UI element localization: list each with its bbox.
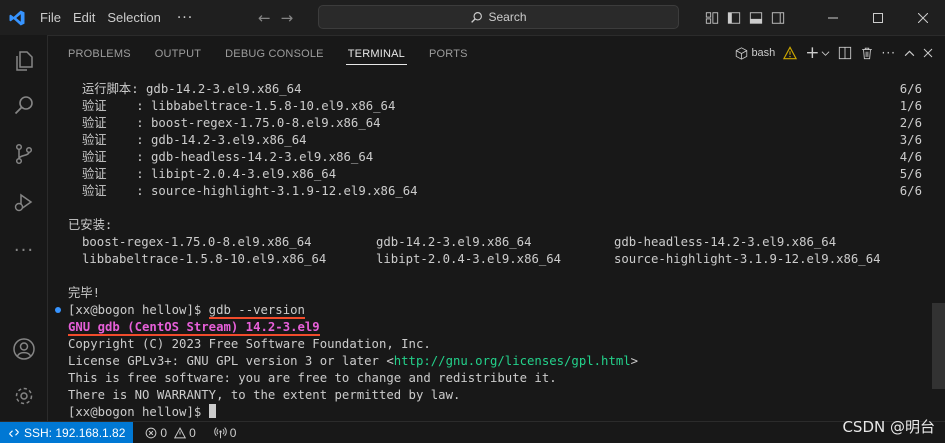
final-prompt-line[interactable]: [xx@bogon hellow]$ [68,404,216,421]
trash-icon[interactable] [860,43,874,63]
terminal-line: 验证 : source-highlight-3.1.9-12.el9.x86_6… [82,184,418,198]
installed-heading: 已安装: [68,218,113,232]
remote-label: SSH: 192.168.1.82 [24,425,126,440]
search-icon [471,11,483,23]
installed-package: libipt-2.0.4-3.el9.x86_64 [376,252,562,266]
progress-count: 6/6 [899,82,922,96]
warning-icon[interactable] [783,43,798,63]
error-count: 0 [160,425,168,440]
tab-terminal[interactable]: TERMINAL [336,36,417,72]
warning-count: 0 [189,425,196,440]
forward-arrow-icon[interactable]: → [281,9,294,27]
terminal-line: 运行脚本: gdb-14.2-3.el9.x86_64 [82,82,302,96]
explorer-icon[interactable] [0,39,48,83]
ports-count: 0 [229,425,237,440]
gdb-version-line: GNU gdb (CentOS Stream) 14.2-3.el9 [68,320,320,336]
more-actions-icon[interactable]: ··· [882,43,896,63]
error-icon [146,427,157,438]
status-bar: SSH: 192.168.1.82 0 0 0 [0,421,945,443]
copyright-line: Copyright (C) 2023 Free Software Foundat… [68,337,431,351]
warning-status-icon [174,426,187,438]
maximize-icon[interactable] [855,0,900,35]
warranty-line: There is NO WARRANTY, to the extent perm… [68,388,461,402]
toggle-secondary-sidebar-icon[interactable] [770,10,786,26]
progress-count: 4/6 [899,150,922,164]
problems-indicator[interactable]: 0 0 [139,426,201,440]
run-debug-icon[interactable] [0,180,48,224]
toggle-panel-icon[interactable] [748,10,764,26]
command-decoration-icon[interactable] [55,307,61,313]
search-label: Search [488,10,527,24]
search-sidebar-icon[interactable] [0,84,48,128]
license-line: License GPLv3+: GNU GPL version 3 or lat… [68,354,639,368]
terminal-line: 验证 : gdb-14.2-3.el9.x86_64 [82,133,307,147]
terminal-scrollbar[interactable] [932,303,945,389]
progress-count: 3/6 [899,133,922,147]
menu-file[interactable]: File [34,0,67,35]
menu-more-icon[interactable]: ··· [167,10,203,26]
command-center-search[interactable]: Search [318,5,679,29]
manage-gear-icon[interactable] [0,374,48,418]
remote-icon [9,428,19,437]
terminal-shell-selector[interactable]: bash [735,43,775,63]
vscode-logo-icon [0,0,34,35]
installed-package: libbabeltrace-1.5.8-10.el9.x86_64 [82,252,327,266]
progress-count: 1/6 [899,99,922,113]
customize-layout-icon[interactable] [704,10,720,26]
accounts-icon[interactable] [0,327,48,371]
back-arrow-icon[interactable]: ← [258,9,271,27]
close-panel-icon[interactable] [923,43,933,63]
tab-ports[interactable]: PORTS [417,36,480,72]
terminal-line: 验证 : boost-regex-1.75.0-8.el9.x86_64 [82,116,381,130]
menu-selection[interactable]: Selection [101,0,166,35]
installed-package: gdb-14.2-3.el9.x86_64 [376,235,532,249]
toggle-primary-sidebar-icon[interactable] [726,10,742,26]
minimize-icon[interactable] [810,0,855,35]
terminal-line: 验证 : libbabeltrace-1.5.8-10.el9.x86_64 [82,99,396,113]
more-views-icon[interactable]: ··· [0,228,48,272]
tab-debug-console[interactable]: DEBUG CONSOLE [213,36,336,72]
maximize-panel-icon[interactable] [904,43,915,63]
free-software-line: This is free software: you are free to c… [68,371,557,385]
terminal-line: 验证 : gdb-headless-14.2-3.el9.x86_64 [82,150,374,164]
tab-problems[interactable]: PROBLEMS [56,36,143,72]
panel-actions: bash + ··· [735,35,945,71]
new-terminal-icon[interactable]: + [805,43,819,63]
watermark: CSDN @明台 [842,418,935,436]
terminal-cursor [208,404,216,418]
terminal-line: 验证 : libipt-2.0.4-3.el9.x86_64 [82,167,337,181]
installed-package: gdb-headless-14.2-3.el9.x86_64 [614,235,837,249]
progress-count: 6/6 [899,184,922,198]
terminal-box-icon [736,46,748,60]
close-window-icon[interactable] [900,0,945,35]
split-terminal-icon[interactable] [838,43,852,63]
ports-indicator[interactable]: 0 [208,426,243,440]
terminal-output[interactable]: 运行脚本: gdb-14.2-3.el9.x86_64 6/6 验证 : lib… [48,71,932,421]
shell-name: bash [751,47,776,59]
installed-package: source-highlight-3.1.9-12.el9.x86_64 [614,252,881,266]
command-line: [xx@bogon hellow]$ gdb --version [68,303,305,319]
menu-edit[interactable]: Edit [67,0,101,35]
installed-package: boost-regex-1.75.0-8.el9.x86_64 [82,235,312,249]
progress-count: 2/6 [899,116,922,130]
done-message: 完毕! [68,286,100,300]
command-text: gdb --version [208,303,305,319]
remote-indicator[interactable]: SSH: 192.168.1.82 [0,421,134,443]
broadcast-icon [214,427,227,439]
title-bar: File Edit Selection ··· ← → Search [0,0,945,35]
source-control-icon[interactable] [0,132,48,176]
chevron-down-icon[interactable] [821,43,830,63]
tab-output[interactable]: OUTPUT [143,36,213,72]
activity-bar: ··· [0,35,48,421]
license-link[interactable]: http://gnu.org/licenses/gpl.html [394,354,631,368]
progress-count: 5/6 [899,167,922,181]
